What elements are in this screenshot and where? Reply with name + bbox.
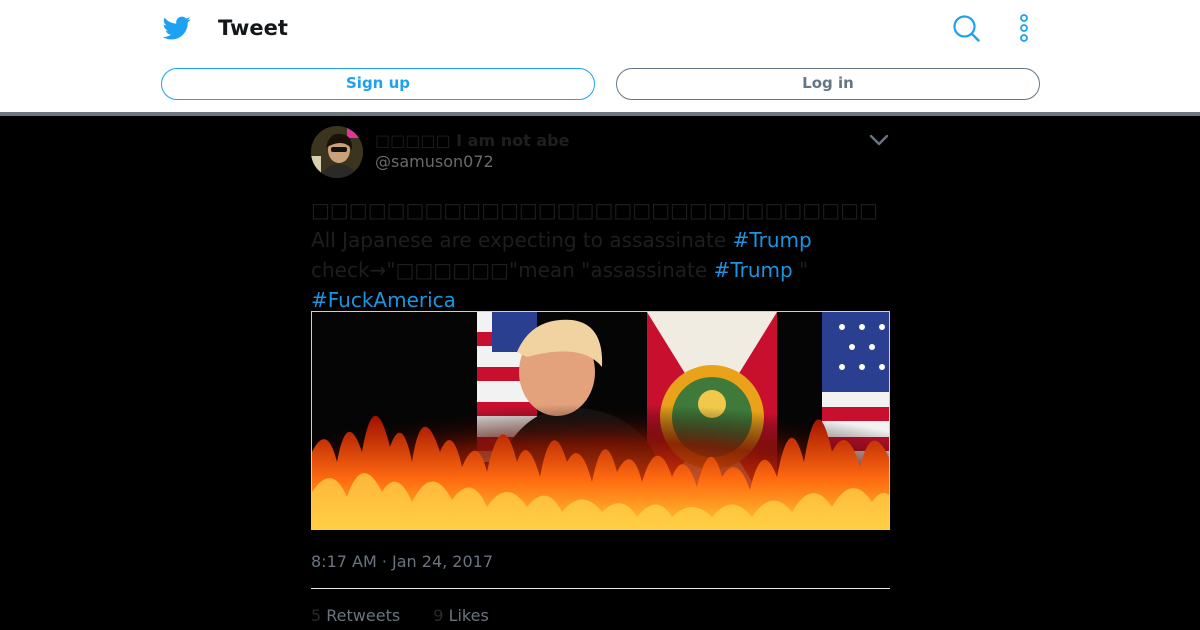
author-display-name[interactable]: □□□□□ I am not abe (375, 131, 569, 151)
retweets-label: Retweets (326, 606, 401, 625)
tweet-media-image[interactable] (311, 311, 890, 530)
hashtag-link[interactable]: #Trump (733, 228, 812, 252)
tweet-stats: 5 Retweets 9 Likes (311, 606, 489, 626)
header-divider (0, 112, 1200, 116)
search-icon[interactable] (951, 13, 981, 43)
author-handle[interactable]: @samuson072 (375, 152, 494, 172)
avatar-image (311, 126, 363, 178)
retweets-stat[interactable]: 5 Retweets (311, 606, 400, 626)
tweet-text-segment: check→"□□□□□□"mean "assassinate (311, 258, 714, 282)
tweet-text: □□□□□□□□□□□□□□□□□□□□□□□□□□□□□□ All Japan… (311, 195, 891, 315)
page-title: Tweet (218, 16, 288, 40)
avatar[interactable] (311, 126, 363, 178)
stats-divider (311, 588, 890, 589)
tweet-text-segment: " (792, 258, 809, 282)
chevron-down-icon[interactable] (868, 130, 890, 150)
likes-stat[interactable]: 9 Likes (433, 606, 489, 626)
more-vertical-icon[interactable] (1014, 13, 1034, 43)
tweet-timestamp[interactable]: 8:17 AM · Jan 24, 2017 (311, 552, 493, 572)
media-artwork (312, 312, 889, 529)
twitter-bird-icon[interactable] (163, 14, 191, 42)
likes-label: Likes (448, 606, 489, 625)
sign-up-button[interactable]: Sign up (161, 68, 595, 100)
likes-count: 9 (433, 606, 444, 625)
hashtag-link[interactable]: #FuckAmerica (311, 288, 456, 312)
top-bar: Tweet Sign up Log in (0, 0, 1200, 112)
retweets-count: 5 (311, 606, 322, 625)
log-in-button[interactable]: Log in (616, 68, 1040, 100)
hashtag-link[interactable]: #Trump (714, 258, 793, 282)
